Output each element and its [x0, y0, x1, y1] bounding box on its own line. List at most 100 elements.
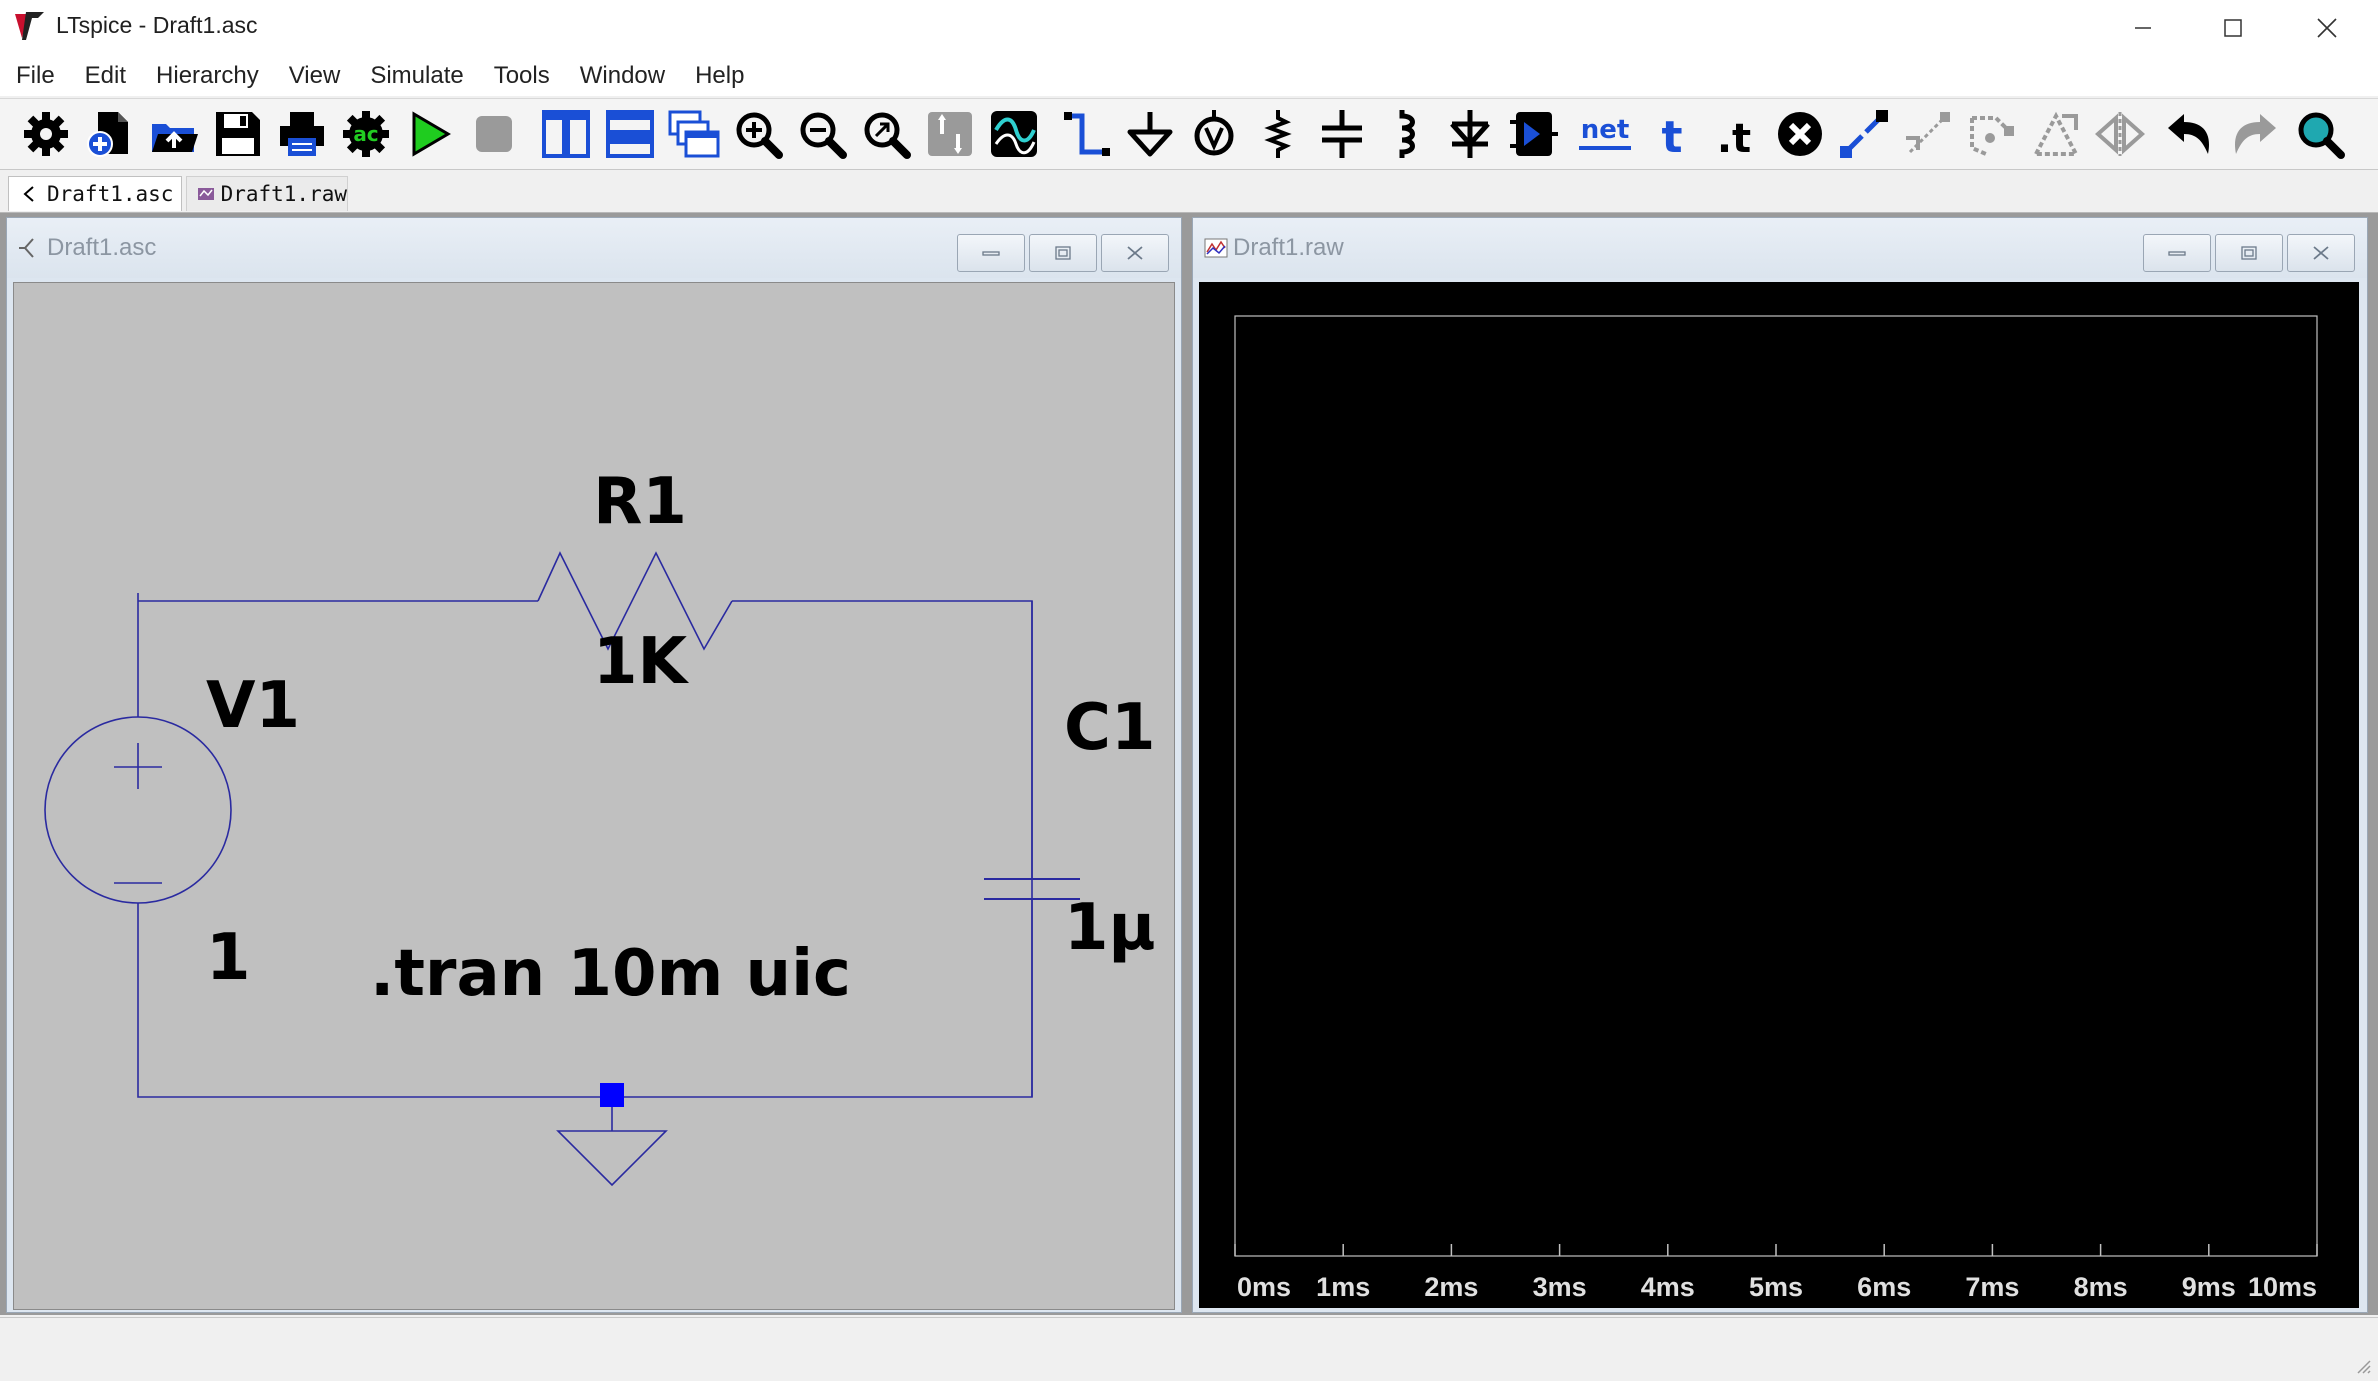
voltage-label-button[interactable] — [1186, 106, 1242, 162]
print-button[interactable] — [274, 106, 330, 162]
ltspice-logo-icon — [12, 8, 48, 44]
menu-help[interactable]: Help — [679, 62, 758, 90]
close-button[interactable] — [2282, 0, 2372, 56]
v1-name-label: V1 — [206, 669, 300, 743]
title-bar: LTspice - Draft1.asc — [0, 0, 2378, 56]
polarity-marks — [114, 743, 162, 884]
schematic-canvas[interactable]: R1 1K V1 1 C1 1µ .tran 10m uic — [13, 282, 1175, 1310]
menu-simulate[interactable]: Simulate — [354, 62, 477, 90]
diode-icon — [1450, 110, 1490, 158]
minimize-icon — [2135, 27, 2151, 29]
resize-grip-icon[interactable] — [2354, 1357, 2372, 1375]
netlist-button[interactable]: net — [1574, 106, 1636, 162]
resistor-button[interactable] — [1250, 106, 1306, 162]
redo-icon — [2235, 114, 2276, 154]
menu-tools[interactable]: Tools — [478, 62, 564, 90]
spice-directive-text[interactable]: .tran 10m uic — [370, 937, 851, 1011]
voltage-source-v1[interactable]: V1 1 — [44, 585, 300, 995]
pan-button[interactable] — [922, 106, 978, 162]
waveform-plot: 0ms 1ms 2ms 3ms 4ms 5ms 6ms 7ms 8ms 9ms 10ms — [1234, 315, 2318, 1302]
ground-symbol[interactable] — [556, 1083, 668, 1187]
schematic-window-titlebar[interactable]: Draft1.asc — [7, 218, 1181, 278]
maximize-icon — [2241, 246, 2257, 260]
schematic-maximize-button[interactable] — [1029, 234, 1097, 272]
cascade-button[interactable] — [666, 106, 722, 162]
ground-button[interactable] — [1122, 106, 1178, 162]
v1-value-label: 1 — [206, 921, 251, 995]
waveform-minimize-button[interactable] — [2143, 234, 2211, 272]
undo-button[interactable] — [2162, 106, 2218, 162]
zoom-in-button[interactable] — [730, 106, 786, 162]
save-button[interactable] — [210, 106, 266, 162]
x-axis-tick-labels: 0ms 1ms 2ms 3ms 4ms 5ms 6ms 7ms 8ms 9ms 10ms — [1237, 1272, 2317, 1302]
tile-vertical-icon — [542, 110, 590, 158]
tile-horizontally-button[interactable] — [602, 106, 658, 162]
run-button[interactable] — [402, 106, 458, 162]
tile-horizontal-icon — [606, 110, 654, 158]
waveform-close-button[interactable] — [2287, 234, 2355, 272]
text-button[interactable]: t — [1644, 106, 1700, 162]
waveform-window-titlebar[interactable]: Draft1.raw — [1193, 218, 2367, 278]
halt-button[interactable] — [466, 106, 522, 162]
schematic-window: Draft1.asc R1 1K V1 1 C1 1µ .tran 10m ui… — [6, 217, 1182, 1313]
diode-button[interactable] — [1442, 106, 1498, 162]
duplicate-button[interactable] — [1836, 106, 1892, 162]
schematic-minimize-button[interactable] — [957, 234, 1025, 272]
status-bar — [0, 1317, 2378, 1381]
x-axis-tick-label: 4ms — [1641, 1272, 1695, 1302]
waveform-icon — [991, 111, 1037, 157]
menu-file[interactable]: File — [0, 62, 69, 90]
ground-triangle — [556, 1107, 668, 1187]
mirror-button[interactable] — [2092, 106, 2148, 162]
minimize-button[interactable] — [2098, 0, 2188, 56]
rotate-button[interactable] — [2028, 106, 2084, 162]
menu-window[interactable]: Window — [564, 62, 679, 90]
drag-button[interactable] — [1964, 106, 2020, 162]
spice-directive-button[interactable]: .t — [1706, 106, 1762, 162]
redo-button[interactable] — [2226, 106, 2282, 162]
waveform-button[interactable] — [986, 106, 1042, 162]
pan-icon — [928, 112, 972, 156]
text-icon: t — [1661, 112, 1682, 160]
waveform-icon — [1204, 238, 1228, 258]
settings-button[interactable] — [18, 106, 74, 162]
x-axis-tick-label: 1ms — [1316, 1272, 1370, 1302]
r1-name-label: R1 — [593, 465, 687, 539]
move-button[interactable] — [1900, 106, 1956, 162]
drag-icon — [1970, 116, 2014, 156]
component-button[interactable] — [1506, 106, 1562, 162]
menu-edit[interactable]: Edit — [69, 62, 140, 90]
stop-icon — [476, 116, 512, 152]
plot-frame — [1234, 315, 2318, 1257]
new-schematic-button[interactable] — [82, 106, 138, 162]
delete-button[interactable] — [1772, 106, 1828, 162]
svg-text:ac: ac — [353, 122, 378, 146]
close-icon — [2313, 246, 2329, 260]
zoom-fit-icon — [864, 112, 911, 159]
menu-hierarchy[interactable]: Hierarchy — [140, 62, 273, 90]
menu-view[interactable]: View — [273, 62, 355, 90]
find-button[interactable] — [2292, 106, 2348, 162]
tab-draft1-asc[interactable]: Draft1.asc — [8, 176, 182, 211]
schematic-close-button[interactable] — [1101, 234, 1169, 272]
waveform-maximize-button[interactable] — [2215, 234, 2283, 272]
zoom-out-button[interactable] — [794, 106, 850, 162]
draw-wire-button[interactable] — [1058, 106, 1114, 162]
schematic-window-title: Draft1.asc — [47, 234, 157, 261]
ground-node-marker — [600, 1083, 624, 1107]
open-button[interactable] — [146, 106, 202, 162]
capacitor-c1[interactable]: C1 1µ — [984, 691, 1156, 965]
tab-draft1-raw[interactable]: Draft1.raw — [186, 176, 348, 211]
zoom-fit-button[interactable] — [858, 106, 914, 162]
mdi-workspace: Draft1.asc R1 1K V1 1 C1 1µ .tran 10m ui… — [0, 213, 2378, 1315]
capacitor-button[interactable] — [1314, 106, 1370, 162]
control-panel-button[interactable]: ac — [338, 106, 394, 162]
maximize-button[interactable] — [2188, 0, 2278, 56]
waveform-plot-pane[interactable]: 0ms 1ms 2ms 3ms 4ms 5ms 6ms 7ms 8ms 9ms 10ms — [1199, 282, 2359, 1308]
tile-vertically-button[interactable] — [538, 106, 594, 162]
resistor-r1[interactable]: R1 1K — [537, 465, 733, 699]
maximize-icon — [2224, 19, 2242, 37]
inductor-button[interactable] — [1378, 106, 1434, 162]
component-icon — [1510, 112, 1558, 156]
move-icon — [1906, 112, 1950, 154]
